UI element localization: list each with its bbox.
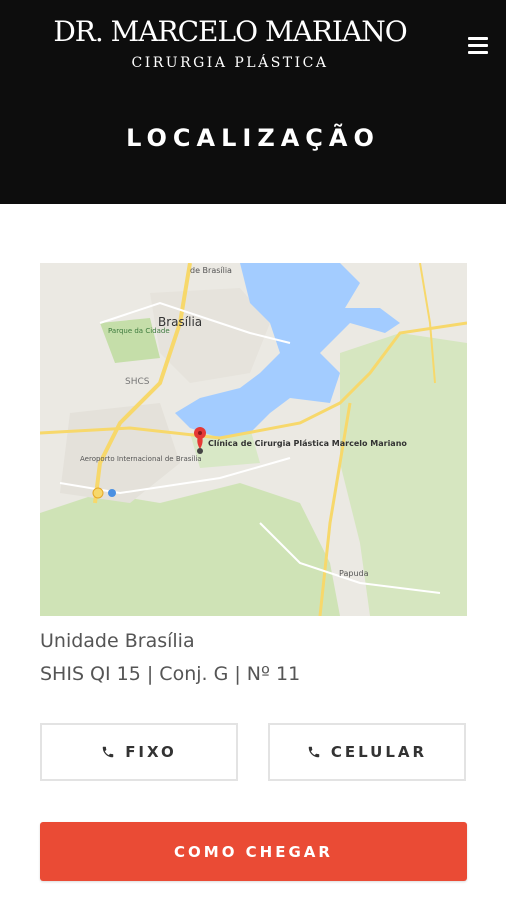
phone-icon (102, 746, 114, 758)
map-canvas: Brasília de Brasília Parque da Cidade SH… (40, 263, 467, 616)
phone-icon (308, 746, 320, 758)
logo-title[interactable]: DR. MARCELO MARIANO (30, 14, 430, 50)
map-label-aeroporto: Aeroporto Internacional de Brasília (80, 455, 202, 463)
map-label-de-brasilia: de Brasília (190, 266, 232, 275)
logo-subtitle: CIRURGIA PLÁSTICA (131, 55, 329, 71)
celular-button[interactable]: CELULAR (268, 723, 466, 781)
fixo-button[interactable]: FIXO (40, 723, 238, 781)
hamburger-icon[interactable] (466, 34, 492, 58)
address-name: Unidade Brasília (40, 630, 195, 652)
map-label-clinic: Clínica de Cirurgia Plástica Marcelo Mar… (208, 439, 407, 448)
como-chegar-button[interactable]: COMO CHEGAR (40, 822, 467, 881)
menu-bar (468, 51, 488, 54)
como-chegar-label: COMO CHEGAR (174, 842, 333, 861)
menu-bar (468, 37, 488, 40)
location-map[interactable]: Brasília de Brasília Parque da Cidade SH… (40, 263, 467, 616)
map-label-shcs: SHCS (125, 377, 150, 387)
fixo-label: FIXO (125, 743, 177, 761)
address-line: SHIS QI 15 | Conj. G | Nº 11 (40, 663, 301, 685)
menu-bar (468, 44, 488, 47)
map-label-papuda: Papuda (339, 569, 369, 578)
map-label-parque: Parque da Cidade (108, 327, 170, 335)
site-header: DR. MARCELO MARIANO CIRURGIA PLÁSTICA LO… (0, 0, 506, 204)
page-title: LOCALIZAÇÃO (126, 124, 380, 152)
celular-label: CELULAR (330, 743, 428, 761)
